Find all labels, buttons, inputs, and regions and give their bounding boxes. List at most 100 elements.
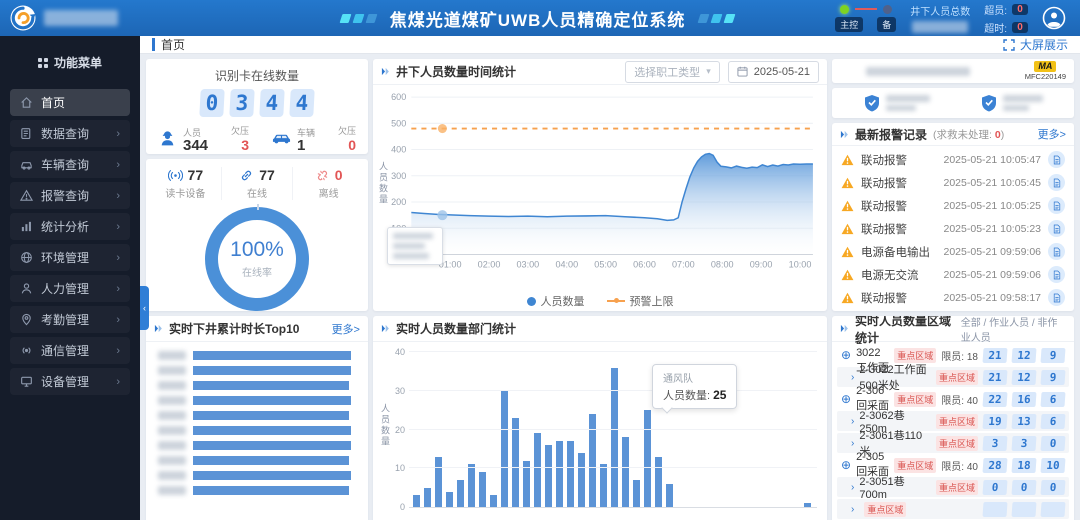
person-icon (20, 282, 33, 295)
key-area-tag: 重点区域 (894, 392, 936, 407)
time-chart-plot[interactable]: 人员数量 010020030040050060001:0002:0003:000… (373, 85, 827, 291)
top10-row (148, 393, 366, 408)
dept-bar[interactable] (567, 441, 574, 507)
alarm-more-link[interactable]: 更多> (1038, 126, 1066, 142)
svg-text:500: 500 (391, 118, 406, 128)
underground-total: 井下人员总数 (910, 3, 970, 33)
region-count: 9 (1040, 348, 1065, 363)
dept-bar[interactable] (578, 453, 585, 507)
document-icon (1053, 270, 1061, 280)
home-icon (20, 96, 33, 109)
dept-bar[interactable] (435, 457, 442, 507)
document-icon (1053, 178, 1061, 188)
region-sub-row[interactable]: ›2-3061巷110米重点区域330 (837, 433, 1069, 453)
sidebar-item-hr[interactable]: 人力管理› (10, 275, 130, 302)
chevron-right-icon: › (116, 345, 120, 357)
region-count: 10 (1040, 458, 1065, 473)
dept-bar[interactable] (413, 495, 420, 507)
top10-label-blurred (158, 396, 186, 405)
sidebar-collapse-handle[interactable]: ‹ (140, 286, 149, 330)
svg-text:600: 600 (391, 92, 406, 102)
car-icon (272, 130, 291, 147)
top10-label-blurred (158, 411, 186, 420)
region-sub-row[interactable]: ›2-3022工作面500米处重点区域21129 (837, 367, 1069, 387)
top10-bar (193, 486, 349, 495)
dept-chart-plot[interactable]: 人员数量 通风队 人员数量:25 010203040 (409, 352, 817, 508)
alarm-detail-button[interactable] (1048, 220, 1065, 237)
fullscreen-button[interactable]: 大屏展示 (1003, 36, 1068, 53)
key-area-tag: 重点区域 (936, 370, 978, 385)
dept-bar[interactable] (611, 368, 618, 508)
date-picker[interactable]: 2025-05-21 (728, 61, 819, 83)
dept-bar[interactable] (446, 492, 453, 508)
warning-triangle-icon (841, 177, 854, 189)
dept-bar[interactable] (666, 484, 673, 507)
svg-text:02:00: 02:00 (478, 260, 501, 270)
dept-bar[interactable] (457, 480, 464, 507)
region-count: 13 (1011, 414, 1036, 429)
alarm-detail-button[interactable] (1048, 289, 1065, 306)
sidebar-item-data-query[interactable]: 数据查询› (10, 120, 130, 147)
svg-text:06:00: 06:00 (633, 260, 656, 270)
vehicle-lowvolt: 欠压0 (338, 124, 356, 153)
worker-type-select[interactable]: 选择职工类型▾ (625, 61, 720, 83)
top10-bar (193, 426, 351, 435)
sidebar-item-alarm-query[interactable]: 报警查询› (10, 182, 130, 209)
dept-bar[interactable] (622, 437, 629, 507)
region-sub-row[interactable]: ›重点区域 (837, 499, 1069, 519)
top10-more-link[interactable]: 更多> (332, 321, 360, 337)
card-panel-title: 识别卡在线数量 (156, 67, 358, 84)
chevron-right-icon: › (851, 438, 854, 449)
time-chart-title: 井下人员数量时间统计 (396, 63, 516, 80)
dept-bar[interactable] (424, 488, 431, 507)
dept-bar[interactable] (468, 464, 475, 507)
sidebar-menu: 首页数据查询› 车辆查询› 报警查询› 统计分析› 环境管理› 人力管理› 考勤管理› 通信管… (0, 89, 140, 395)
dept-bar[interactable] (490, 495, 497, 507)
region-count: 12 (1011, 348, 1036, 363)
top10-label-blurred (158, 381, 186, 390)
time-chart-legend[interactable]: 人员数量 预警上限 (373, 291, 827, 311)
sidebar-item-communication[interactable]: 通信管理› (10, 337, 130, 364)
region-group-row[interactable]: ⊕2-305回采面重点区域限员: 40281810 (837, 455, 1069, 475)
svg-text:05:00: 05:00 (594, 260, 617, 270)
sidebar-item-home[interactable]: 首页 (10, 89, 130, 116)
region-group-row[interactable]: ⊕2-306回采面重点区域限员: 4022166 (837, 389, 1069, 409)
person-count: 人员344 (158, 126, 208, 152)
region-sub-row[interactable]: ›2-3051巷700m重点区域000 (837, 477, 1069, 497)
shield-icon (981, 94, 997, 112)
dept-bar[interactable] (633, 480, 640, 507)
sidebar-item-stats-analysis[interactable]: 统计分析› (10, 213, 130, 240)
alarm-detail-button[interactable] (1048, 197, 1065, 214)
dept-bar[interactable] (534, 433, 541, 507)
top10-bar (193, 381, 349, 390)
region-count: 0 (982, 480, 1007, 495)
dept-bar[interactable] (644, 410, 651, 507)
dept-bar[interactable] (479, 472, 486, 507)
panel-arrow-icon (840, 130, 849, 139)
dept-bar[interactable] (655, 457, 662, 507)
alarm-detail-button[interactable] (1048, 174, 1065, 191)
top10-row (148, 363, 366, 378)
dept-bar[interactable] (501, 391, 508, 507)
sidebar-item-vehicle-query[interactable]: 车辆查询› (10, 151, 130, 178)
dept-bar[interactable] (556, 441, 563, 507)
antenna-icon (168, 169, 183, 182)
alarm-detail-button[interactable] (1048, 151, 1065, 168)
alarm-detail-button[interactable] (1048, 243, 1065, 260)
sidebar-item-attendance[interactable]: 考勤管理› (10, 306, 130, 333)
alarm-detail-button[interactable] (1048, 266, 1065, 283)
top10-label-blurred (158, 441, 186, 450)
sidebar-item-environment[interactable]: 环境管理› (10, 244, 130, 271)
tab-home[interactable]: 首页 (152, 36, 185, 53)
dept-bar[interactable] (545, 445, 552, 507)
sidebar-item-device[interactable]: 设备管理› (10, 368, 130, 395)
alarm-row: 联动报警2025-05-21 09:58:17 (832, 286, 1074, 309)
dept-bar-trailing[interactable] (804, 503, 811, 507)
alarm-icon (20, 189, 33, 202)
dept-bar[interactable] (512, 418, 519, 507)
card-online-panel: 识别卡在线数量 0344 人员344 欠压3 车辆1 (146, 59, 368, 154)
region-filter-links[interactable]: 全部 / 作业人员 / 非作业人员 (961, 316, 1066, 344)
top10-label-blurred (158, 471, 186, 480)
user-avatar[interactable] (1042, 6, 1066, 30)
dept-bar[interactable] (600, 464, 607, 507)
